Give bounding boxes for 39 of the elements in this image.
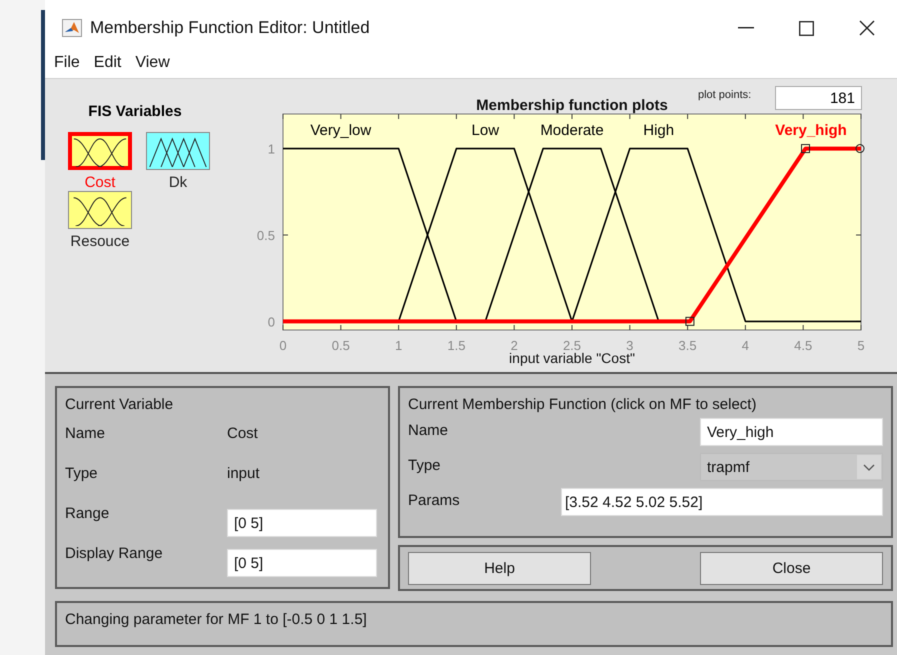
tick-label: 5	[857, 338, 865, 353]
panel-title: Current Variable	[65, 396, 174, 413]
variable-label: Dk	[168, 174, 188, 191]
field-label: Type	[408, 457, 442, 474]
variable-label: Resouce	[70, 233, 130, 250]
panel-title: FIS Variables	[87, 103, 183, 120]
tick-label: 0	[279, 338, 287, 353]
tick-label: 4.5	[794, 338, 812, 353]
tick-label: 4	[742, 338, 750, 353]
tick-label: 3	[626, 338, 634, 353]
field-label: Name	[65, 425, 106, 444]
field-label: Params	[408, 492, 461, 509]
tick-label: 2	[510, 338, 518, 353]
status-message: Changing parameter for MF 1 to [-0.5 0 1 1.5]	[65, 611, 367, 628]
variable-name: Cost	[227, 425, 259, 444]
curve-label: Low	[472, 122, 500, 139]
field-label: Name	[408, 422, 450, 439]
chart-title: Membership function plots	[476, 97, 668, 114]
plot-points-label: plot points:	[698, 89, 752, 101]
field-label: Display Range	[65, 545, 164, 564]
window-title: Membership Function Editor: Untitled	[90, 18, 370, 38]
variable-type: input	[227, 465, 261, 484]
curve-label: Very_high	[775, 122, 847, 139]
tick-label: 0	[268, 314, 275, 330]
panel-title: Current Membership Function (click on MF to select)	[408, 396, 758, 413]
tick-label: 1	[394, 338, 402, 353]
tick-label: 0.5	[256, 228, 275, 243]
curve-label: Very_low	[310, 122, 372, 139]
tick-label: 1.5	[447, 338, 466, 353]
axis-label: input variable "Cost"	[509, 350, 635, 366]
tick-label: 2.5	[562, 338, 582, 353]
tick-label: 0.5	[332, 338, 350, 353]
tick-label: 3.5	[678, 338, 697, 353]
field-label: Range	[65, 505, 110, 524]
tick-label: 1	[268, 142, 275, 157]
curve-label: Moderate	[540, 122, 604, 139]
variable-label: Cost	[84, 174, 116, 191]
curve-label: High	[643, 122, 674, 139]
field-label: Type	[65, 465, 99, 484]
